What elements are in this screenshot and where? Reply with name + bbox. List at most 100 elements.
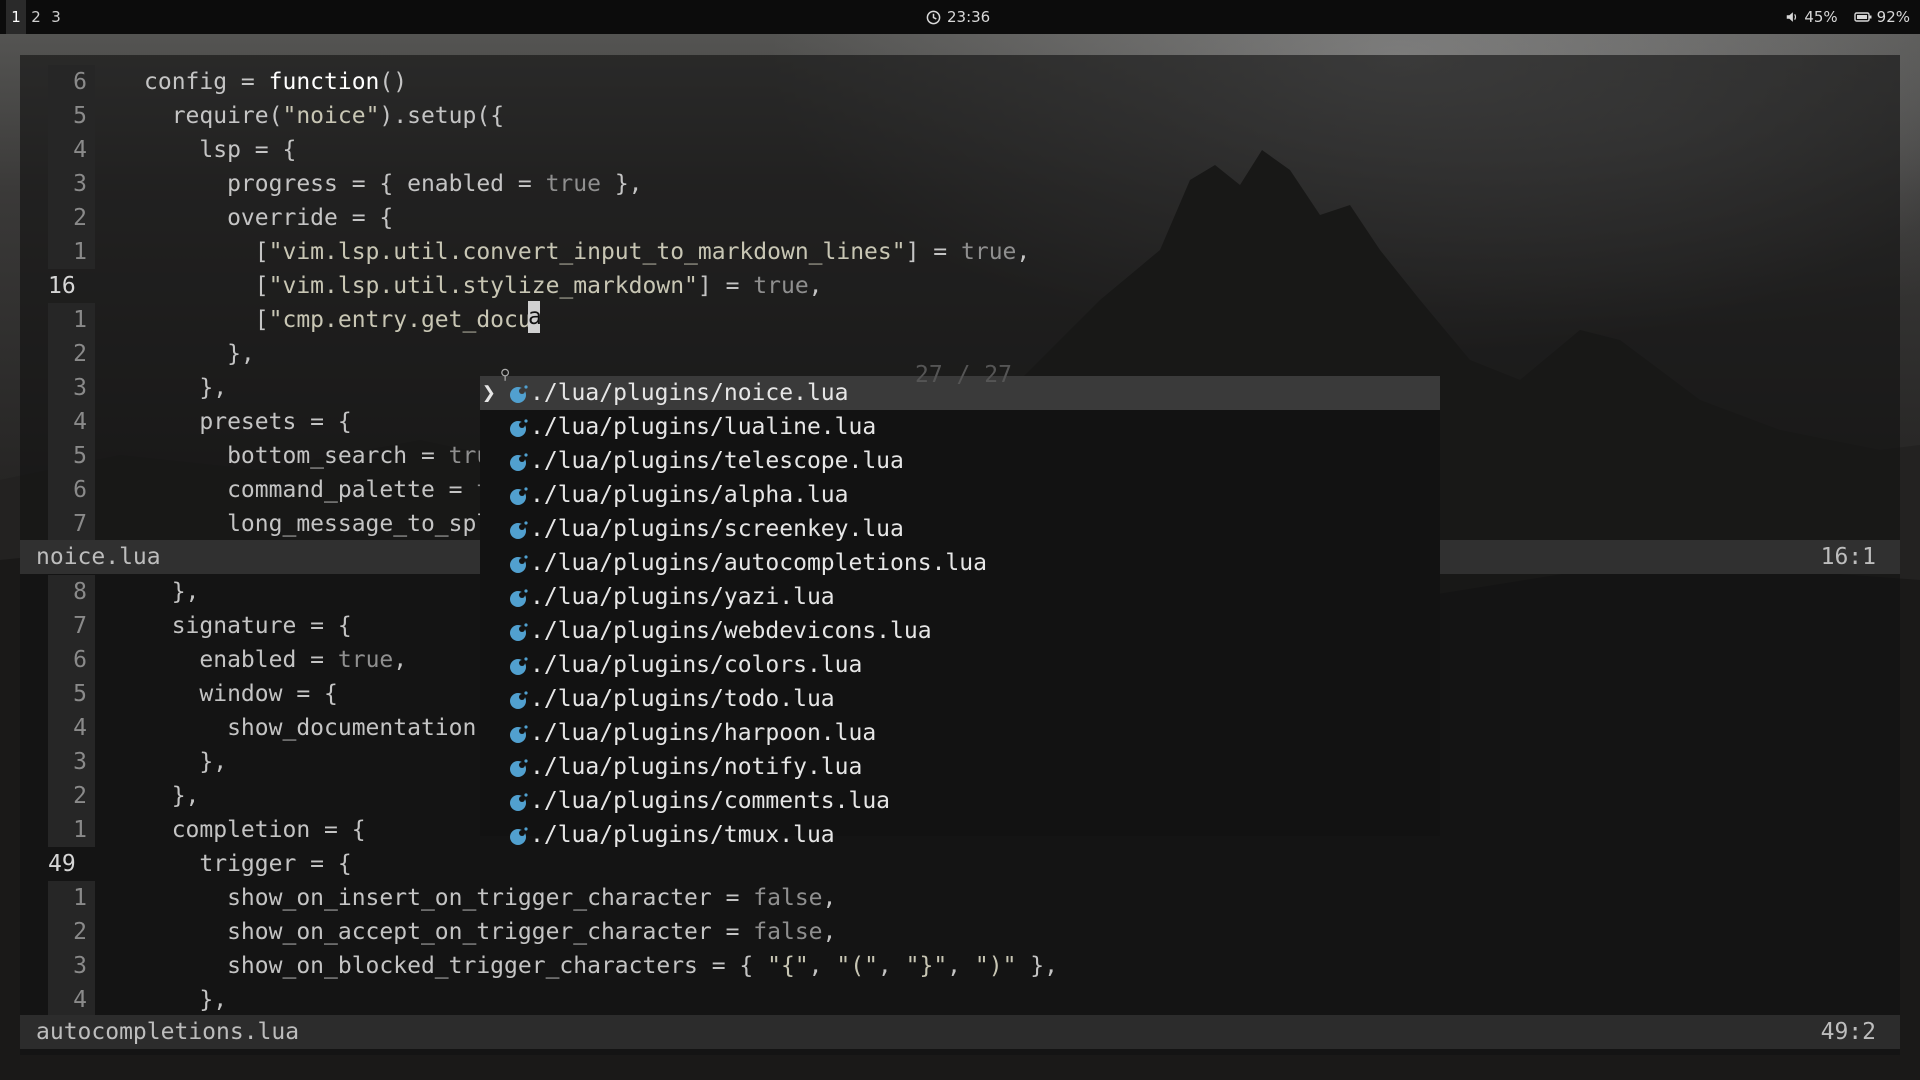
lua-file-icon — [510, 691, 528, 709]
lua-file-icon — [510, 589, 528, 607]
relative-line-number: 5 — [48, 439, 95, 473]
code-text: show_on_accept_on_trigger_character = fa… — [144, 919, 837, 945]
code-text: override = { — [144, 205, 394, 231]
code-text: ["cmp.entry.get_docu — [144, 307, 532, 333]
code-text: completion = { — [144, 817, 366, 843]
code-text: config = function() — [144, 69, 408, 95]
relative-line-number: 3 — [48, 167, 95, 201]
workspace-1[interactable]: 1 — [6, 0, 26, 34]
lua-file-icon — [510, 555, 528, 573]
code-text: signature = { — [144, 613, 352, 639]
relative-line-number: 3 — [48, 745, 95, 779]
picker-item-path: ./lua/plugins/notify.lua — [530, 754, 863, 780]
relative-line-number: 2 — [48, 915, 95, 949]
editor-window[interactable]: 6 config = function() 5 require("noice").s… — [20, 55, 1900, 1055]
code-line[interactable]: 1 show_on_insert_on_trigger_character = … — [20, 881, 1900, 915]
code-line[interactable]: 3 progress = { enabled = true }, — [20, 167, 1900, 201]
clock-time: 23:36 — [947, 8, 991, 26]
code-line[interactable]: 16 ["vim.lsp.util.stylize_markdown"] = t… — [20, 269, 1900, 303]
code-text: show_on_blocked_trigger_characters = { "… — [144, 953, 1058, 979]
code-line[interactable]: 5 require("noice").setup({ — [20, 99, 1900, 133]
code-line[interactable]: 6 config = function() — [20, 65, 1900, 99]
picker-item-path: ./lua/plugins/alpha.lua — [530, 482, 849, 508]
relative-line-number: 6 — [48, 473, 95, 507]
picker-item-path: ./lua/plugins/harpoon.lua — [530, 720, 877, 746]
lua-file-icon — [510, 419, 528, 437]
picker-item-path: ./lua/plugins/yazi.lua — [530, 584, 835, 610]
code-line[interactable]: 2 show_on_accept_on_trigger_character = … — [20, 915, 1900, 949]
relative-line-number: 4 — [48, 133, 95, 167]
picker-item[interactable]: ./lua/plugins/yazi.lua — [480, 580, 1440, 614]
lua-file-icon — [510, 521, 528, 539]
code-text: lsp = { — [144, 137, 297, 163]
code-text: }, — [144, 375, 228, 401]
current-line-number: 49 — [48, 851, 76, 877]
picker-item[interactable]: ./lua/plugins/alpha.lua — [480, 478, 1440, 512]
picker-item[interactable]: ./lua/plugins/colors.lua — [480, 648, 1440, 682]
picker-result-count: 27 / 27 — [915, 362, 1012, 388]
picker-item-path: ./lua/plugins/todo.lua — [530, 686, 835, 712]
lua-file-icon — [510, 793, 528, 811]
system-tray: 45% 92% — [1785, 0, 1910, 34]
battery-indicator[interactable]: 92% — [1853, 0, 1910, 34]
relative-line-number: 8 — [48, 575, 95, 609]
code-text: bottom_search = true, — [144, 443, 518, 469]
picker-item-path: ./lua/plugins/autocompletions.lua — [530, 550, 987, 576]
relative-line-number: 7 — [48, 609, 95, 643]
code-line[interactable]: 49 trigger = { — [20, 847, 1900, 881]
picker-item-path: ./lua/plugins/screenkey.lua — [530, 516, 904, 542]
statusline-filename: autocompletions.lua — [36, 1019, 300, 1045]
code-line[interactable]: 4 lsp = { — [20, 133, 1900, 167]
picker-item-path: ./lua/plugins/colors.lua — [530, 652, 863, 678]
picker-item[interactable]: ./lua/plugins/telescope.lua — [480, 444, 1440, 478]
lua-file-icon — [510, 487, 528, 505]
code-text: }, — [144, 783, 200, 809]
volume-level: 45% — [1804, 8, 1838, 26]
lua-file-icon — [510, 623, 528, 641]
code-text: long_message_to_split — [144, 511, 518, 537]
code-text: }, — [144, 341, 255, 367]
top-status-bar: 1 2 3 23:36 45% 92% — [0, 0, 1920, 34]
statusline-filename: noice.lua — [36, 544, 161, 570]
picker-query-input[interactable]: a — [528, 301, 542, 333]
lua-file-icon — [510, 657, 528, 675]
picker-item[interactable]: ./lua/plugins/lualine.lua — [480, 410, 1440, 444]
code-text: trigger = { — [144, 851, 352, 877]
picker-item[interactable]: ./lua/plugins/screenkey.lua — [480, 512, 1440, 546]
relative-line-number: 5 — [48, 677, 95, 711]
volume-indicator[interactable]: 45% — [1785, 0, 1838, 34]
code-line[interactable]: 3 show_on_blocked_trigger_characters = {… — [20, 949, 1900, 983]
workspace-2[interactable]: 2 — [26, 0, 46, 34]
lua-file-icon — [510, 453, 528, 471]
relative-line-number: 3 — [48, 371, 95, 405]
code-text: }, — [144, 749, 228, 775]
picker-item[interactable]: ./lua/plugins/harpoon.lua — [480, 716, 1440, 750]
relative-line-number: 6 — [48, 643, 95, 677]
picker-item[interactable]: ./lua/plugins/tmux.lua — [480, 818, 1440, 852]
picker-item[interactable]: ./lua/plugins/autocompletions.lua — [480, 546, 1440, 580]
picker-item[interactable]: ./lua/plugins/notify.lua — [480, 750, 1440, 784]
file-picker-list[interactable]: ❯ ./lua/plugins/noice.lua ./lua/plugins/lu… — [480, 376, 1440, 848]
picker-item[interactable]: ./lua/plugins/todo.lua — [480, 682, 1440, 716]
picker-item-path: ./lua/plugins/lualine.lua — [530, 414, 877, 440]
picker-item[interactable]: ./lua/plugins/webdevicons.lua — [480, 614, 1440, 648]
clock-icon — [926, 10, 941, 24]
code-text: }, — [144, 579, 200, 605]
code-text: presets = { — [144, 409, 352, 435]
lua-file-icon — [510, 827, 528, 845]
code-line[interactable]: 2 override = { — [20, 201, 1900, 235]
picker-item[interactable]: ./lua/plugins/comments.lua — [480, 784, 1440, 818]
code-line[interactable]: 4 }, — [20, 983, 1900, 1017]
code-line[interactable]: 1 ["vim.lsp.util.convert_input_to_markdo… — [20, 235, 1900, 269]
code-text: ["vim.lsp.util.stylize_markdown"] = true… — [144, 273, 823, 299]
current-line-number: 16 — [48, 273, 76, 299]
relative-line-number: 4 — [48, 711, 95, 745]
relative-line-number: 3 — [48, 949, 95, 983]
workspace-list: 1 2 3 — [6, 0, 66, 34]
code-line[interactable]: 1 ["cmp.entry.get_docu — [20, 303, 1900, 337]
lua-file-icon — [510, 725, 528, 743]
picker-item-path: ./lua/plugins/comments.lua — [530, 788, 891, 814]
picker-item-path: ./lua/plugins/tmux.lua — [530, 822, 835, 848]
relative-line-number: 4 — [48, 983, 95, 1017]
workspace-3[interactable]: 3 — [46, 0, 66, 34]
